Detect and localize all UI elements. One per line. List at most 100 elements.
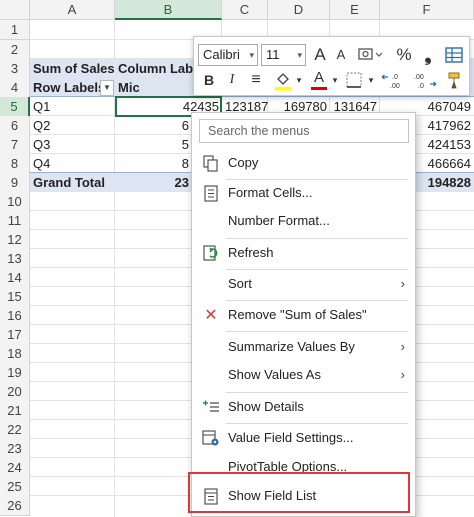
pivot-column-labels[interactable]: Column Lab	[115, 59, 195, 79]
font-size-dropdown[interactable]: 11 ▾	[261, 44, 306, 66]
number-format-button[interactable]	[355, 44, 383, 66]
decrease-decimal-button[interactable]: .00 .0	[410, 69, 438, 91]
menu-item-refresh[interactable]: Refresh	[192, 239, 415, 267]
menu-item-value-field-settings[interactable]: Value Field Settings...	[192, 424, 415, 452]
menu-item-label: Remove "Sum of Sales"	[228, 307, 367, 322]
align-center-button[interactable]: ≡	[244, 69, 268, 91]
row-header[interactable]: 6	[0, 116, 30, 136]
menu-item-summarize-values-by[interactable]: Summarize Values By ›	[192, 333, 415, 361]
comma-style-button[interactable]: ❟	[418, 44, 438, 66]
borders-dropdown[interactable]: ▾	[366, 69, 376, 91]
menu-item-label: Value Field Settings...	[228, 430, 354, 445]
row-header[interactable]: 19	[0, 363, 30, 383]
row-header[interactable]: 4	[0, 78, 30, 98]
font-color-dropdown[interactable]: ▾	[330, 69, 340, 91]
bold-button[interactable]: B	[198, 69, 220, 91]
font-name-dropdown[interactable]: Calibri ▾	[198, 44, 258, 66]
row-header[interactable]: 2	[0, 40, 30, 60]
row-header[interactable]: 13	[0, 249, 30, 269]
row-header[interactable]: 14	[0, 268, 30, 288]
refresh-icon	[202, 245, 220, 262]
column-header-a[interactable]: A	[30, 0, 115, 20]
increase-font-size-button[interactable]: A	[310, 44, 330, 66]
row-header[interactable]: 7	[0, 135, 30, 155]
paintbrush-icon	[448, 72, 460, 89]
menu-item-remove-sum-of-sales[interactable]: ✕ Remove "Sum of Sales"	[192, 301, 415, 329]
row-header[interactable]: 15	[0, 287, 30, 307]
format-painter-button[interactable]	[442, 69, 466, 91]
menu-item-show-values-as[interactable]: Show Values As ›	[192, 361, 415, 389]
menu-item-label: Sort	[228, 276, 252, 291]
row-header[interactable]: 3	[0, 59, 30, 79]
row-header[interactable]: 9	[0, 173, 30, 193]
menu-item-label: Summarize Values By	[228, 339, 355, 354]
show-details-icon	[202, 399, 220, 416]
table-icon	[445, 47, 463, 63]
chevron-down-icon: ▾	[297, 50, 302, 60]
menu-item-label: Copy	[228, 155, 259, 170]
font-color-button[interactable]: A	[308, 69, 330, 91]
menu-item-number-format[interactable]: Number Format...	[192, 207, 415, 235]
italic-button[interactable]: I	[222, 69, 242, 91]
format-table-button[interactable]	[442, 44, 466, 66]
increase-decimal-button[interactable]: .0 .00	[380, 69, 408, 91]
menu-item-format-cells[interactable]: Format Cells...	[192, 179, 415, 207]
decrease-font-icon: A	[336, 47, 346, 62]
row-header[interactable]: 23	[0, 439, 30, 459]
cell-grand-total-b[interactable]: 23	[115, 173, 192, 193]
cell-q3-b[interactable]: 5	[115, 135, 192, 155]
menu-item-show-details[interactable]: Show Details	[192, 393, 415, 421]
row-header[interactable]: 18	[0, 344, 30, 364]
row-header[interactable]: 20	[0, 382, 30, 402]
column-header-d[interactable]: D	[268, 0, 330, 20]
cell-q4-b[interactable]: 8	[115, 154, 192, 174]
row-label-q4[interactable]: Q4	[30, 154, 115, 174]
context-menu: Search the menus Copy Format Cells... Nu…	[191, 112, 416, 517]
row-header[interactable]: 5	[0, 97, 30, 117]
row-header[interactable]: 10	[0, 192, 30, 212]
accounting-format-icon	[358, 48, 383, 60]
search-menus-input[interactable]: Search the menus	[199, 119, 409, 143]
row-header[interactable]: 12	[0, 230, 30, 250]
copy-icon	[202, 155, 220, 172]
percent-style-button[interactable]: %	[393, 44, 415, 66]
column-header-c[interactable]: C	[222, 0, 268, 20]
row-header[interactable]: 8	[0, 154, 30, 174]
chevron-right-icon: ›	[400, 367, 405, 382]
font-size-value: 11	[266, 47, 280, 62]
menu-item-label: Show Values As	[228, 367, 321, 382]
paint-bucket-icon	[275, 73, 291, 91]
svg-text:.0: .0	[418, 83, 424, 90]
fill-color-dropdown[interactable]: ▾	[294, 69, 304, 91]
select-all-corner[interactable]	[0, 0, 30, 20]
row-header[interactable]: 25	[0, 477, 30, 497]
menu-item-copy[interactable]: Copy	[192, 149, 415, 177]
menu-item-sort[interactable]: Sort ›	[192, 270, 415, 298]
pivot-row-labels[interactable]: Row Labels	[30, 78, 100, 98]
borders-button[interactable]	[342, 69, 366, 91]
row-header[interactable]: 24	[0, 458, 30, 478]
column-header-e[interactable]: E	[330, 0, 380, 20]
field-settings-icon	[202, 430, 220, 447]
row-header[interactable]: 21	[0, 401, 30, 421]
pivot-sum-label[interactable]: Sum of Sales	[30, 59, 115, 79]
row-header[interactable]: 26	[0, 496, 30, 516]
row-header[interactable]: 1	[0, 20, 30, 40]
row-header[interactable]: 17	[0, 325, 30, 345]
row-label-q1[interactable]: Q1	[30, 97, 115, 117]
menu-item-label: Number Format...	[228, 213, 330, 228]
grand-total-label[interactable]: Grand Total	[30, 173, 115, 193]
fill-color-button[interactable]	[272, 69, 294, 91]
decrease-font-size-button[interactable]: A	[332, 44, 350, 66]
row-header[interactable]: 11	[0, 211, 30, 231]
column-header-b[interactable]: B	[115, 0, 222, 20]
cell-q2-b[interactable]: 6	[115, 116, 192, 136]
row-label-q2[interactable]: Q2	[30, 116, 115, 136]
row-header[interactable]: 16	[0, 306, 30, 326]
pivot-column-mic[interactable]: Mic	[115, 78, 195, 98]
column-header-f[interactable]: F	[380, 0, 474, 20]
row-header[interactable]: 22	[0, 420, 30, 440]
row-label-q3[interactable]: Q3	[30, 135, 115, 155]
increase-decimal-icon: .0 .00	[381, 74, 400, 90]
row-labels-filter-button[interactable]: ▼	[100, 80, 114, 96]
